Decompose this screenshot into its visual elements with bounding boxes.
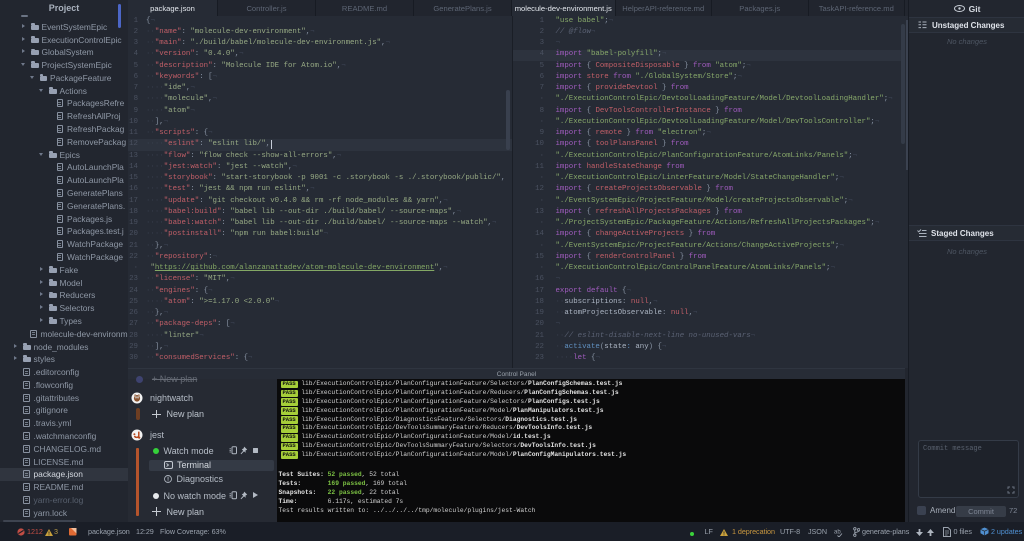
svg-text:ab: ab bbox=[834, 530, 841, 536]
